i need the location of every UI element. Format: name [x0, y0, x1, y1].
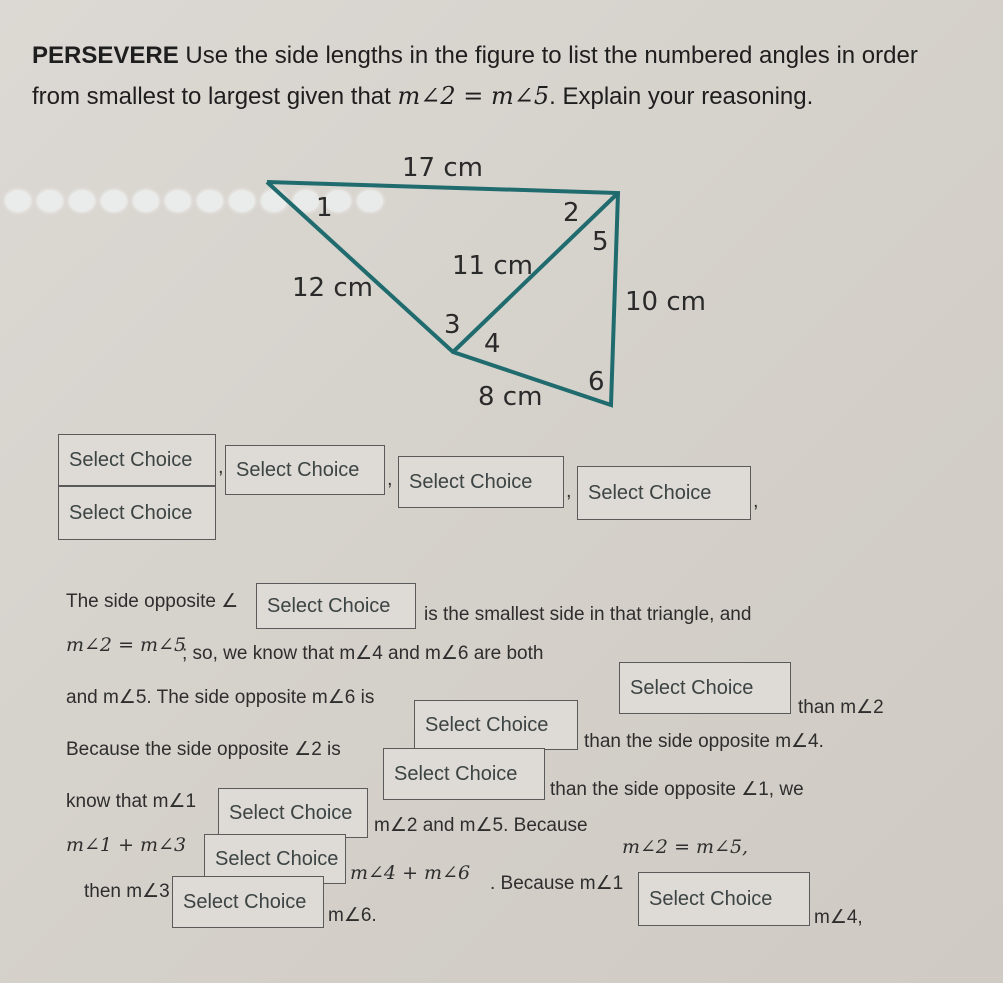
expl-text: m∠2 and m∠5. Because [374, 815, 588, 836]
select-label: Select Choice [425, 713, 549, 736]
angle-label-2: 2 [563, 198, 580, 228]
expl-select-3[interactable]: Select Choice [414, 700, 578, 750]
order-select-3[interactable]: Select Choice [398, 456, 564, 508]
order-select-2[interactable]: Select Choice [225, 445, 385, 495]
expl-math: m∠4 + m∠6 [350, 862, 471, 884]
select-label: Select Choice [236, 458, 360, 481]
expl-text: is the smallest side in that triangle, a… [424, 604, 752, 625]
expl-text: than the side opposite ∠1, we [550, 779, 804, 800]
expl-text: then m∠3 [84, 881, 170, 902]
expl-text: Because the side opposite ∠2 is [66, 739, 341, 760]
separator: , [218, 456, 224, 478]
expl-math: m∠2 = m∠5 [66, 634, 187, 656]
side-label-diagonal: 11 cm [452, 251, 533, 281]
angle-label-5: 5 [592, 227, 609, 257]
expl-text: m∠6. [328, 905, 377, 926]
select-label: Select Choice [588, 481, 712, 504]
expl-select-2[interactable]: Select Choice [619, 662, 791, 714]
select-label: Select Choice [649, 887, 773, 910]
separator: , [387, 468, 393, 490]
expl-select-8[interactable]: Select Choice [172, 876, 324, 928]
side-label-right: 10 cm [625, 287, 706, 317]
expl-text: and m∠5. The side opposite m∠6 is [66, 687, 375, 708]
expl-select-5[interactable]: Select Choice [218, 788, 368, 838]
expl-math: m∠2 = m∠5, [622, 836, 749, 858]
expl-text: than the side opposite m∠4. [584, 731, 824, 752]
angle-label-4: 4 [484, 329, 501, 359]
expl-select-7[interactable]: Select Choice [638, 872, 810, 926]
select-label: Select Choice [409, 470, 533, 493]
triangle-figure: 17 cm 12 cm 11 cm 10 cm 8 cm 1 2 3 4 5 6 [265, 153, 706, 412]
expl-select-1[interactable]: Select Choice [256, 583, 416, 629]
angle-label-3: 3 [444, 310, 461, 340]
separator: , [753, 490, 759, 512]
order-select-1[interactable]: Select Choice [58, 434, 216, 486]
select-label: Select Choice [267, 594, 391, 617]
expl-math: m∠1 + m∠3 [66, 834, 187, 856]
angle-label-1: 1 [316, 193, 333, 223]
order-select-5[interactable]: Select Choice [58, 486, 216, 540]
angle-label-6: 6 [588, 367, 605, 397]
select-label: Select Choice [69, 448, 193, 471]
select-label: Select Choice [394, 762, 518, 785]
expl-text: ; so, we know that m∠4 and m∠6 are both [182, 643, 544, 664]
expl-select-4[interactable]: Select Choice [383, 748, 545, 800]
side-label-bottom: 8 cm [478, 382, 542, 412]
expl-text: know that m∠1 [66, 791, 197, 812]
expl-text: . Because m∠1 [490, 873, 624, 894]
expl-text: The side opposite ∠ [66, 591, 239, 612]
order-select-4[interactable]: Select Choice [577, 466, 751, 520]
side-label-left: 12 cm [292, 273, 373, 303]
expl-text: m∠4, [814, 907, 863, 928]
select-label: Select Choice [183, 890, 307, 913]
select-label: Select Choice [630, 676, 754, 699]
select-label: Select Choice [215, 847, 339, 870]
select-label: Select Choice [69, 501, 193, 524]
separator: , [566, 480, 572, 502]
side-label-top: 17 cm [402, 153, 483, 183]
expl-text: than m∠2 [798, 697, 884, 718]
select-label: Select Choice [229, 801, 353, 824]
